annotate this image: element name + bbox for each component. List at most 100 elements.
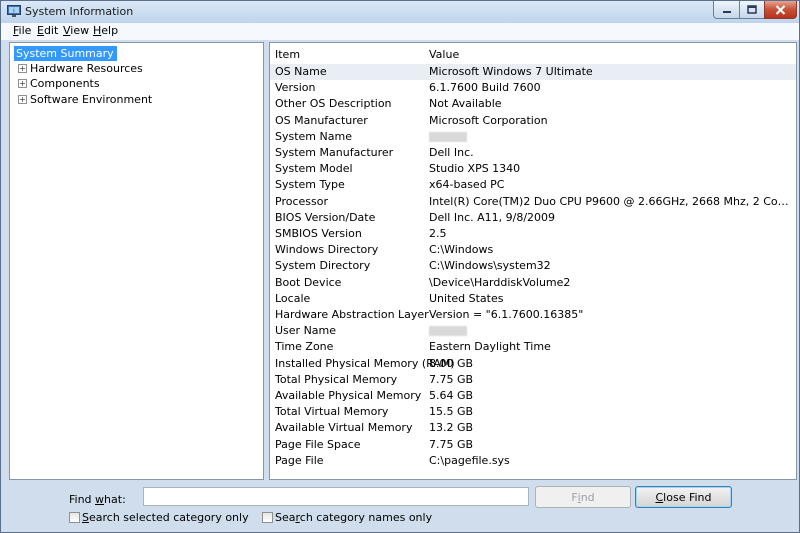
item-cell: Total Physical Memory <box>275 372 398 386</box>
tree-item-hardware-resources[interactable]: + Hardware Resources <box>10 61 263 76</box>
value-cell: United States <box>429 291 504 305</box>
title-bar[interactable]: i System Information <box>1 1 799 23</box>
table-row[interactable]: Total Virtual Memory 15.5 GB <box>270 404 796 420</box>
system-information-icon: i <box>7 5 21 17</box>
value-cell: Eastern Daylight Time <box>429 340 551 354</box>
table-row[interactable]: Boot Device \Device\HarddiskVolume2 <box>270 275 796 291</box>
table-row[interactable]: Available Physical Memory 5.64 GB <box>270 388 796 404</box>
item-cell: System Type <box>275 178 345 192</box>
item-cell: Hardware Abstraction Layer <box>275 308 429 321</box>
table-row[interactable]: Other OS Description Not Available <box>270 96 796 112</box>
item-cell: Boot Device <box>275 275 342 289</box>
details-list[interactable]: Item Value OS Name Microsoft Windows 7 Ul… <box>269 42 797 480</box>
find-button[interactable]: Fi nd <box>535 486 631 508</box>
value-cell: 15.5 GB <box>429 405 474 419</box>
redacted-value <box>429 326 467 337</box>
table-row[interactable]: User Name <box>270 323 796 339</box>
item-cell: Locale <box>275 291 311 305</box>
expand-icon[interactable]: + <box>18 95 27 104</box>
maximize-icon <box>747 5 757 14</box>
item-cell: OS Manufacturer <box>275 113 368 127</box>
item-cell: User Name <box>275 324 337 338</box>
value-cell: 2.5 <box>429 227 447 240</box>
menu-help[interactable]: Help <box>93 24 118 37</box>
value-cell: 13.2 GB <box>429 421 474 435</box>
value-cell: C:\Windows <box>429 243 494 257</box>
item-cell: Page File Space <box>275 437 361 451</box>
table-row[interactable]: Time Zone Eastern Daylight Time <box>270 339 796 355</box>
table-row[interactable]: Page File Space 7.75 GB <box>270 437 796 453</box>
table-row[interactable]: Total Physical Memory 7.75 GB <box>270 372 796 388</box>
table-row[interactable]: System Name <box>270 129 796 145</box>
expand-icon[interactable]: + <box>18 64 27 73</box>
redacted-value <box>429 131 467 142</box>
table-row[interactable]: System Manufacturer Dell Inc. <box>270 145 796 161</box>
table-row[interactable]: Available Virtual Memory 13.2 GB <box>270 420 796 436</box>
find-bar: Find what: Fi nd Close Find Search select… <box>1 484 799 532</box>
item-cell: Version <box>275 81 316 95</box>
item-cell: System Name <box>275 129 352 143</box>
item-cell: System Model <box>275 162 353 176</box>
item-cell: Windows Directory <box>275 243 379 257</box>
value-cell: Version = "6.1.7600.16385" <box>429 308 584 321</box>
tree-item-components[interactable]: + Components <box>10 76 263 91</box>
tree-item-system-summary[interactable]: System Summary <box>10 46 263 61</box>
minimize-button[interactable] <box>713 1 740 19</box>
column-header-item[interactable]: Item <box>275 48 300 61</box>
table-row[interactable]: Version 6.1.7600 Build 7600 <box>270 80 796 96</box>
table-row[interactable]: Page File C:\pagefile.sys <box>270 453 796 469</box>
checkbox-box[interactable] <box>262 512 273 523</box>
system-information-window: i System Information File Edit View Help… <box>0 0 800 533</box>
menu-edit[interactable]: Edit <box>37 24 58 37</box>
table-row[interactable]: Processor Intel(R) Core(TM)2 Duo CPU P960… <box>270 194 796 210</box>
table-row[interactable]: System Model Studio XPS 1340 <box>270 161 796 177</box>
table-row[interactable]: System Type x64-based PC <box>270 177 796 193</box>
item-cell: Available Virtual Memory <box>275 421 413 435</box>
value-cell: x64-based PC <box>429 178 505 192</box>
value-cell: Studio XPS 1340 <box>429 162 521 176</box>
window-title: System Information <box>25 5 134 18</box>
item-cell: Page File <box>275 453 324 467</box>
maximize-button[interactable] <box>739 1 765 19</box>
tree-item-software-environment[interactable]: + Software Environment <box>10 92 263 107</box>
item-cell: Available Physical Memory <box>275 389 422 402</box>
table-row[interactable]: Installed Physical Memory (RAM) 8.00 GB <box>270 356 796 372</box>
find-what-input[interactable] <box>143 487 529 506</box>
column-header-value[interactable]: Value <box>429 48 459 61</box>
item-cell: Time Zone <box>275 340 334 354</box>
value-cell: C:\pagefile.sys <box>429 453 510 467</box>
value-cell: 7.75 GB <box>429 372 474 386</box>
table-row[interactable]: Windows Directory C:\Windows <box>270 242 796 258</box>
table-row[interactable]: Locale United States <box>270 291 796 307</box>
value-cell: Intel(R) Core(TM)2 Duo CPU P9600 @ 2.66G… <box>429 194 791 208</box>
tree-item-label: Components <box>30 77 100 90</box>
table-row[interactable]: BIOS Version/Date Dell Inc. A11, 9/8/2009 <box>270 210 796 226</box>
category-tree[interactable]: System Summary + Hardware Resources + Co… <box>9 42 264 480</box>
table-row[interactable]: OS Manufacturer Microsoft Corporation <box>270 113 796 129</box>
value-cell: 8.00 GB <box>429 356 474 370</box>
menu-file[interactable]: File <box>13 24 31 37</box>
item-cell: Installed Physical Memory (RAM) <box>275 356 455 370</box>
item-cell: Total Virtual Memory <box>275 405 389 419</box>
item-cell: SMBIOS Version <box>275 227 362 240</box>
expand-icon[interactable]: + <box>18 79 27 88</box>
close-find-button[interactable]: Close Find <box>635 486 732 508</box>
table-row[interactable]: System Directory C:\Windows\system32 <box>270 258 796 274</box>
value-cell: Not Available <box>429 97 502 111</box>
item-cell: OS Name <box>275 65 327 78</box>
value-cell: Microsoft Windows 7 Ultimate <box>429 65 593 78</box>
checkbox-box[interactable] <box>69 512 80 523</box>
close-button[interactable] <box>764 1 797 19</box>
menu-view[interactable]: View <box>63 24 89 37</box>
table-row[interactable]: Hardware Abstraction Layer Version = "6.1… <box>270 307 796 323</box>
tree-item-label: Hardware Resources <box>30 62 143 75</box>
checkbox-label: Search selected category only <box>82 511 249 524</box>
item-cell: System Directory <box>275 259 371 273</box>
tree-item-label: System Summary <box>14 46 117 61</box>
menu-bar: File Edit View Help <box>1 23 799 40</box>
value-cell: 5.64 GB <box>429 389 474 402</box>
checkbox-label: Search category names only <box>275 511 433 524</box>
table-row[interactable]: OS Name Microsoft Windows 7 Ultimate <box>270 64 796 80</box>
table-row[interactable]: SMBIOS Version 2.5 <box>270 226 796 242</box>
value-cell: C:\Windows\system32 <box>429 259 551 273</box>
